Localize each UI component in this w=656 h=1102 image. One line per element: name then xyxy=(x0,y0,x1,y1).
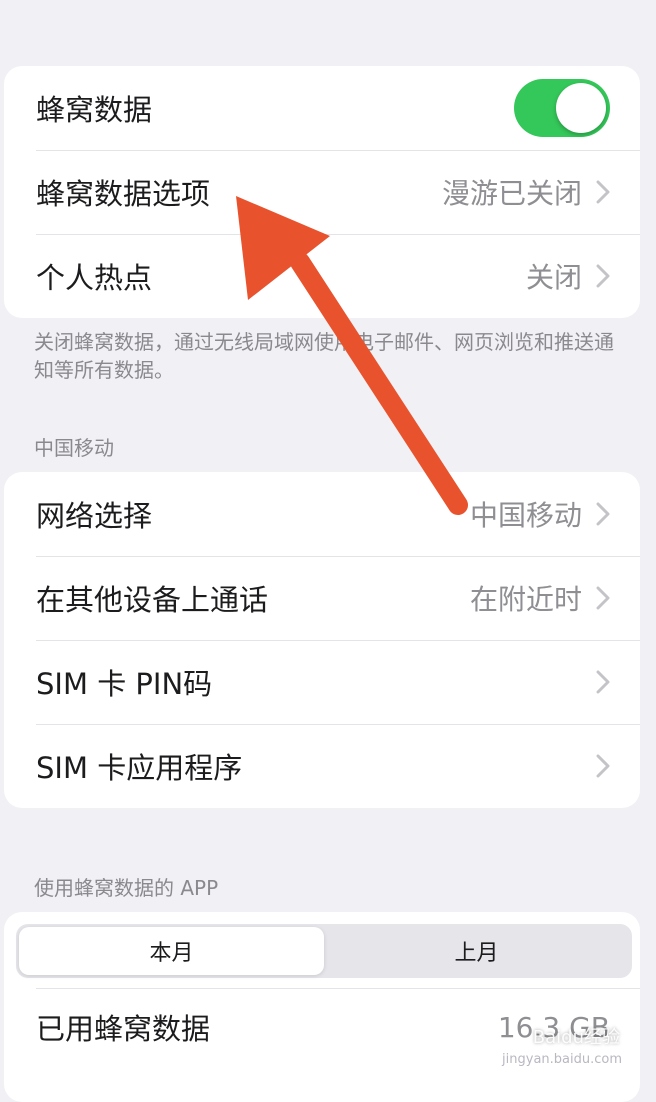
toggle-knob xyxy=(556,83,606,133)
segment-last-month[interactable]: 上月 xyxy=(324,927,629,975)
cellular-usage-group: 本月 上月 已用蜂窝数据 16.3 GB xyxy=(4,912,640,1102)
cellular-data-options-label: 蜂窝数据选项 xyxy=(36,177,211,211)
cellular-data-options-row[interactable]: 蜂窝数据选项 漫游已关闭 xyxy=(4,150,640,234)
hotspot-status-value: 关闭 xyxy=(525,261,582,294)
apps-using-cellular-header: 使用蜂窝数据的 APP xyxy=(34,876,219,900)
cellular-data-used-label: 已用蜂窝数据 xyxy=(36,1012,211,1046)
cellular-data-label: 蜂窝数据 xyxy=(36,93,153,127)
network-selection-row[interactable]: 网络选择 中国移动 xyxy=(4,472,640,556)
chevron-right-icon xyxy=(596,754,610,778)
network-selection-label: 网络选择 xyxy=(36,499,153,533)
sim-applications-label: SIM 卡应用程序 xyxy=(36,751,243,785)
sim-pin-label: SIM 卡 PIN码 xyxy=(36,667,213,701)
cellular-data-row[interactable]: 蜂窝数据 xyxy=(4,66,640,150)
calls-on-other-devices-value: 在附近时 xyxy=(469,583,582,616)
network-selection-value: 中国移动 xyxy=(469,499,582,532)
cellular-settings-group: 蜂窝数据 蜂窝数据选项 漫游已关闭 个人热点 关闭 xyxy=(4,66,640,318)
personal-hotspot-row[interactable]: 个人热点 关闭 xyxy=(4,234,640,318)
cellular-data-toggle[interactable] xyxy=(514,79,610,137)
sim-applications-row[interactable]: SIM 卡应用程序 xyxy=(4,724,640,808)
chevron-right-icon xyxy=(596,586,610,610)
watermark-logo: Baidu经验 xyxy=(532,1027,620,1048)
roaming-status-value: 漫游已关闭 xyxy=(441,177,582,210)
calls-on-other-devices-label: 在其他设备上通话 xyxy=(36,583,269,617)
watermark-url: jingyan.baidu.com xyxy=(502,1052,622,1067)
sim-pin-row[interactable]: SIM 卡 PIN码 xyxy=(4,640,640,724)
chevron-right-icon xyxy=(596,502,610,526)
chevron-right-icon xyxy=(596,264,610,288)
cellular-data-footnote: 关闭蜂窝数据，通过无线局域网使用电子邮件、网页浏览和推送通知等所有数据。 xyxy=(34,330,614,382)
chevron-right-icon xyxy=(596,180,610,204)
period-segmented-control[interactable]: 本月 上月 xyxy=(16,924,632,978)
personal-hotspot-label: 个人热点 xyxy=(36,261,153,295)
carrier-section-header: 中国移动 xyxy=(34,436,114,460)
calls-on-other-devices-row[interactable]: 在其他设备上通话 在附近时 xyxy=(4,556,640,640)
carrier-settings-group: 网络选择 中国移动 在其他设备上通话 在附近时 SIM 卡 PIN码 SIM 卡… xyxy=(4,472,640,808)
chevron-right-icon xyxy=(596,670,610,694)
segment-this-month[interactable]: 本月 xyxy=(19,927,324,975)
